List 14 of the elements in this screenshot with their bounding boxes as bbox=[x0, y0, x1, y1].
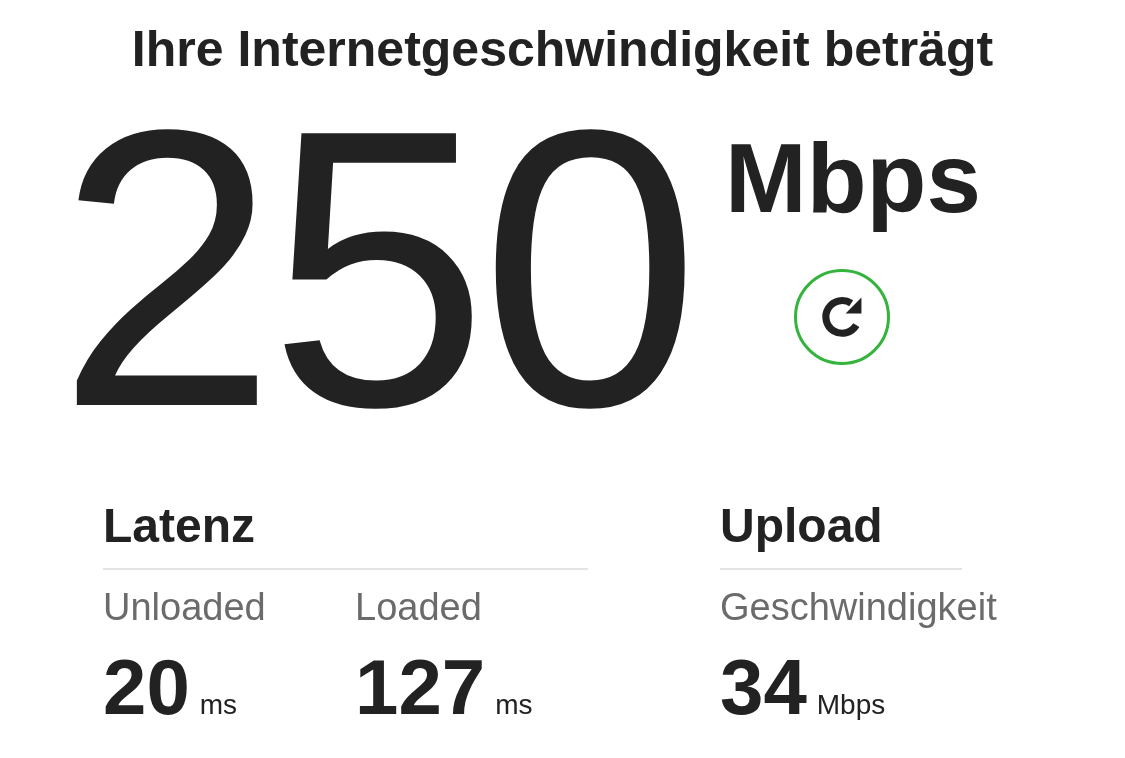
section-heading: Upload bbox=[720, 498, 883, 555]
metric-label: Loaded bbox=[355, 584, 482, 630]
metric-value: 34 bbox=[720, 645, 807, 732]
section-heading: Latenz bbox=[103, 498, 255, 555]
speed-unit: Mbps bbox=[725, 122, 981, 235]
metric-value: 20 bbox=[103, 645, 190, 732]
metric-label: Unloaded bbox=[103, 584, 266, 630]
metric-label: Geschwindigkeit bbox=[720, 584, 997, 630]
metric-unit: ms bbox=[199, 688, 238, 723]
speed-value: 250 bbox=[57, 81, 693, 457]
metric-value: 127 bbox=[355, 645, 486, 732]
page-title: Ihre Internetgeschwindigkeit beträgt bbox=[131, 20, 994, 79]
metric-unit: ms bbox=[495, 688, 533, 723]
metric-unit: Mbps bbox=[816, 688, 886, 723]
